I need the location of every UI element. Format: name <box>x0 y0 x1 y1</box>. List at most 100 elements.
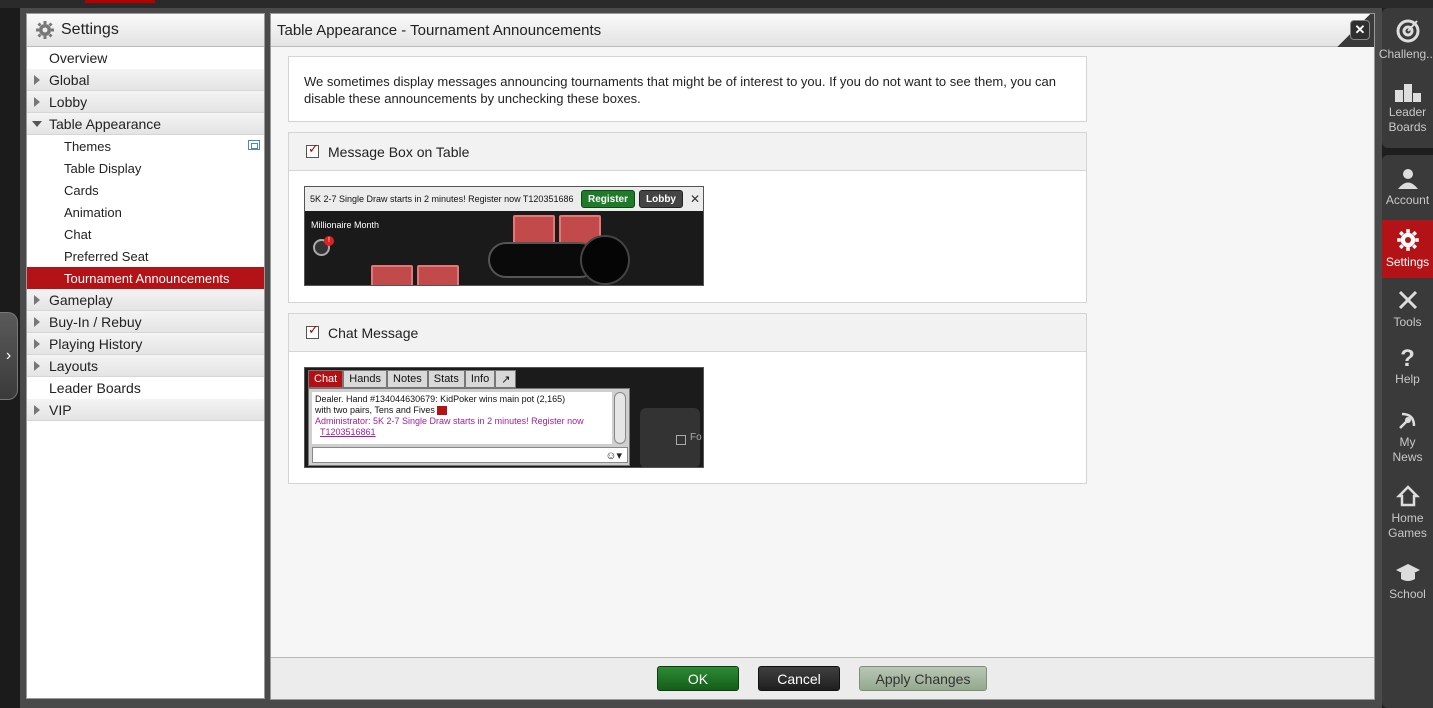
nav-label: School <box>1389 587 1426 601</box>
nav-home-games[interactable]: Home Games <box>1382 484 1433 546</box>
section-label: Chat Message <box>328 324 419 341</box>
card-back <box>417 265 459 285</box>
message-box-checkbox[interactable] <box>306 142 319 158</box>
section-label: Message Box on Table <box>328 143 470 160</box>
expand-arrow-icon <box>34 75 40 85</box>
nav-settings[interactable]: Settings <box>1382 220 1433 278</box>
sidebar-item-preferred-seat[interactable]: Preferred Seat <box>27 245 264 267</box>
gear-icon <box>1396 229 1419 251</box>
section-header: Message Box on Table <box>289 133 1086 171</box>
chat-message-checkbox[interactable] <box>306 323 319 339</box>
sidebar-item-table-display[interactable]: Table Display <box>27 157 264 179</box>
notification-icon: ! <box>313 236 334 256</box>
card-back <box>371 265 413 285</box>
sidebar-item-lobby[interactable]: Lobby <box>27 91 264 113</box>
question-icon: ? <box>1400 345 1415 372</box>
chat-line: with two pairs, Tens and Fives <box>315 405 609 416</box>
card-back <box>513 215 555 245</box>
footer-bar: OK Cancel Apply Changes <box>271 657 1374 699</box>
chat-messages: Dealer. Hand #134044630679: KidPoker win… <box>312 392 612 444</box>
chevron-right-icon: › <box>5 347 12 364</box>
sidebar-item-chat[interactable]: Chat <box>27 223 264 245</box>
sidebar-item-vip[interactable]: VIP <box>27 399 264 421</box>
nav-tools[interactable]: Tools <box>1382 288 1433 338</box>
main-panel: Table Appearance - Tournament Announceme… <box>270 13 1375 700</box>
lobby-button: Lobby <box>639 190 683 208</box>
sidebar-item-label: Leader Boards <box>49 380 141 396</box>
sidebar-item-label: Global <box>49 71 90 88</box>
close-icon: ✕ <box>1354 22 1366 37</box>
tab-chat: Chat <box>308 370 344 388</box>
section-message-box: Message Box on Table 5K 2-7 Single Draw … <box>288 132 1087 303</box>
sidebar-item-label: Preferred Seat <box>64 248 149 264</box>
sidebar-item-global[interactable]: Global <box>27 69 264 91</box>
nav-leader-boards[interactable]: Leader Boards <box>1382 80 1433 144</box>
apply-changes-button[interactable]: Apply Changes <box>859 666 987 691</box>
nav-label: Leader Boards <box>1388 105 1427 134</box>
sidebar-item-label: Animation <box>64 204 122 220</box>
user-icon <box>1397 169 1418 189</box>
podium-icon <box>1394 84 1421 102</box>
sidebar-item-label: Chat <box>64 226 92 242</box>
satellite-icon <box>1398 412 1415 429</box>
table-edge: Fo <box>640 408 702 467</box>
tools-icon <box>1398 290 1417 310</box>
tournament-link: T1203516861 <box>320 427 376 437</box>
collapse-arrow-icon <box>32 121 42 127</box>
avatar-circle <box>580 235 630 285</box>
sidebar-item-animation[interactable]: Animation <box>27 201 264 223</box>
tab-notes: Notes <box>387 370 428 388</box>
sidebar-item-cards[interactable]: Cards <box>27 179 264 201</box>
sidebar-item-playing-history[interactable]: Playing History <box>27 333 264 355</box>
sidebar-item-buy-in-rebuy[interactable]: Buy-In / Rebuy <box>27 311 264 333</box>
sidebar-item-table-appearance[interactable]: Table Appearance <box>27 113 264 135</box>
sidebar-item-layouts[interactable]: Layouts <box>27 355 264 377</box>
graduation-cap-icon <box>1395 564 1420 581</box>
sidebar-item-label: Layouts <box>49 357 99 374</box>
target-icon <box>1396 19 1419 43</box>
sidebar-item-themes[interactable]: Themes <box>27 135 264 157</box>
page-title: Table Appearance - Tournament Announceme… <box>277 21 602 39</box>
sidebar-item-leader-boards[interactable]: Leader Boards <box>27 377 264 399</box>
nav-my-news[interactable]: My News <box>1382 408 1433 470</box>
expand-handle[interactable]: › <box>0 312 18 400</box>
popout-icon[interactable] <box>248 140 260 150</box>
nav-challenges[interactable]: Challeng... <box>1378 18 1433 78</box>
sidebar-item-gameplay[interactable]: Gameplay <box>27 289 264 311</box>
expand-arrow-icon <box>34 317 40 327</box>
nav-account[interactable]: Account <box>1382 166 1433 216</box>
chat-panel: Dealer. Hand #134044630679: KidPoker win… <box>308 388 630 466</box>
sidebar-item-label: Gameplay <box>49 291 113 308</box>
cancel-button[interactable]: Cancel <box>758 666 840 691</box>
sidebar-item-overview[interactable]: Overview <box>27 47 264 69</box>
close-window-button[interactable]: ✕ <box>1350 20 1370 40</box>
nav-label: Home Games <box>1388 511 1427 540</box>
expand-arrow-icon <box>34 339 40 349</box>
sidebar-item-label: Buy-In / Rebuy <box>49 313 142 330</box>
expand-arrow-icon <box>34 97 40 107</box>
sidebar-item-label: Cards <box>64 182 99 198</box>
admin-line: Administrator: 5K 2-7 Single Draw starts… <box>315 416 584 426</box>
intro-text: We sometimes display messages announcing… <box>304 74 1057 106</box>
tab-hands: Hands <box>343 370 388 388</box>
nav-label: Challeng... <box>1378 47 1433 61</box>
message-box-preview: 5K 2-7 Single Draw starts in 2 minutes! … <box>304 186 704 286</box>
nav-help[interactable]: ? Help <box>1382 346 1433 396</box>
house-icon <box>1395 485 1420 507</box>
nav-school[interactable]: School <box>1382 562 1433 606</box>
flag-icon <box>437 406 448 416</box>
sidebar-item-label: Table Display <box>64 160 142 176</box>
ok-button[interactable]: OK <box>657 666 739 691</box>
chat-scrollbar <box>614 392 626 444</box>
nav-label: Help <box>1395 372 1420 386</box>
close-icon: ✕ <box>689 192 701 206</box>
nav-label: My News <box>1392 435 1423 464</box>
nav-label: Tools <box>1393 315 1422 329</box>
top-strip <box>0 0 1433 8</box>
sidebar-item-label: Table Appearance <box>49 115 162 132</box>
popout-icon: ↗ <box>495 370 517 388</box>
expand-arrow-icon <box>34 361 40 371</box>
sidebar-item-label: Lobby <box>49 93 88 110</box>
tab-stats: Stats <box>427 370 465 388</box>
sidebar-item-tournament-announcements[interactable]: Tournament Announcements <box>27 267 264 289</box>
